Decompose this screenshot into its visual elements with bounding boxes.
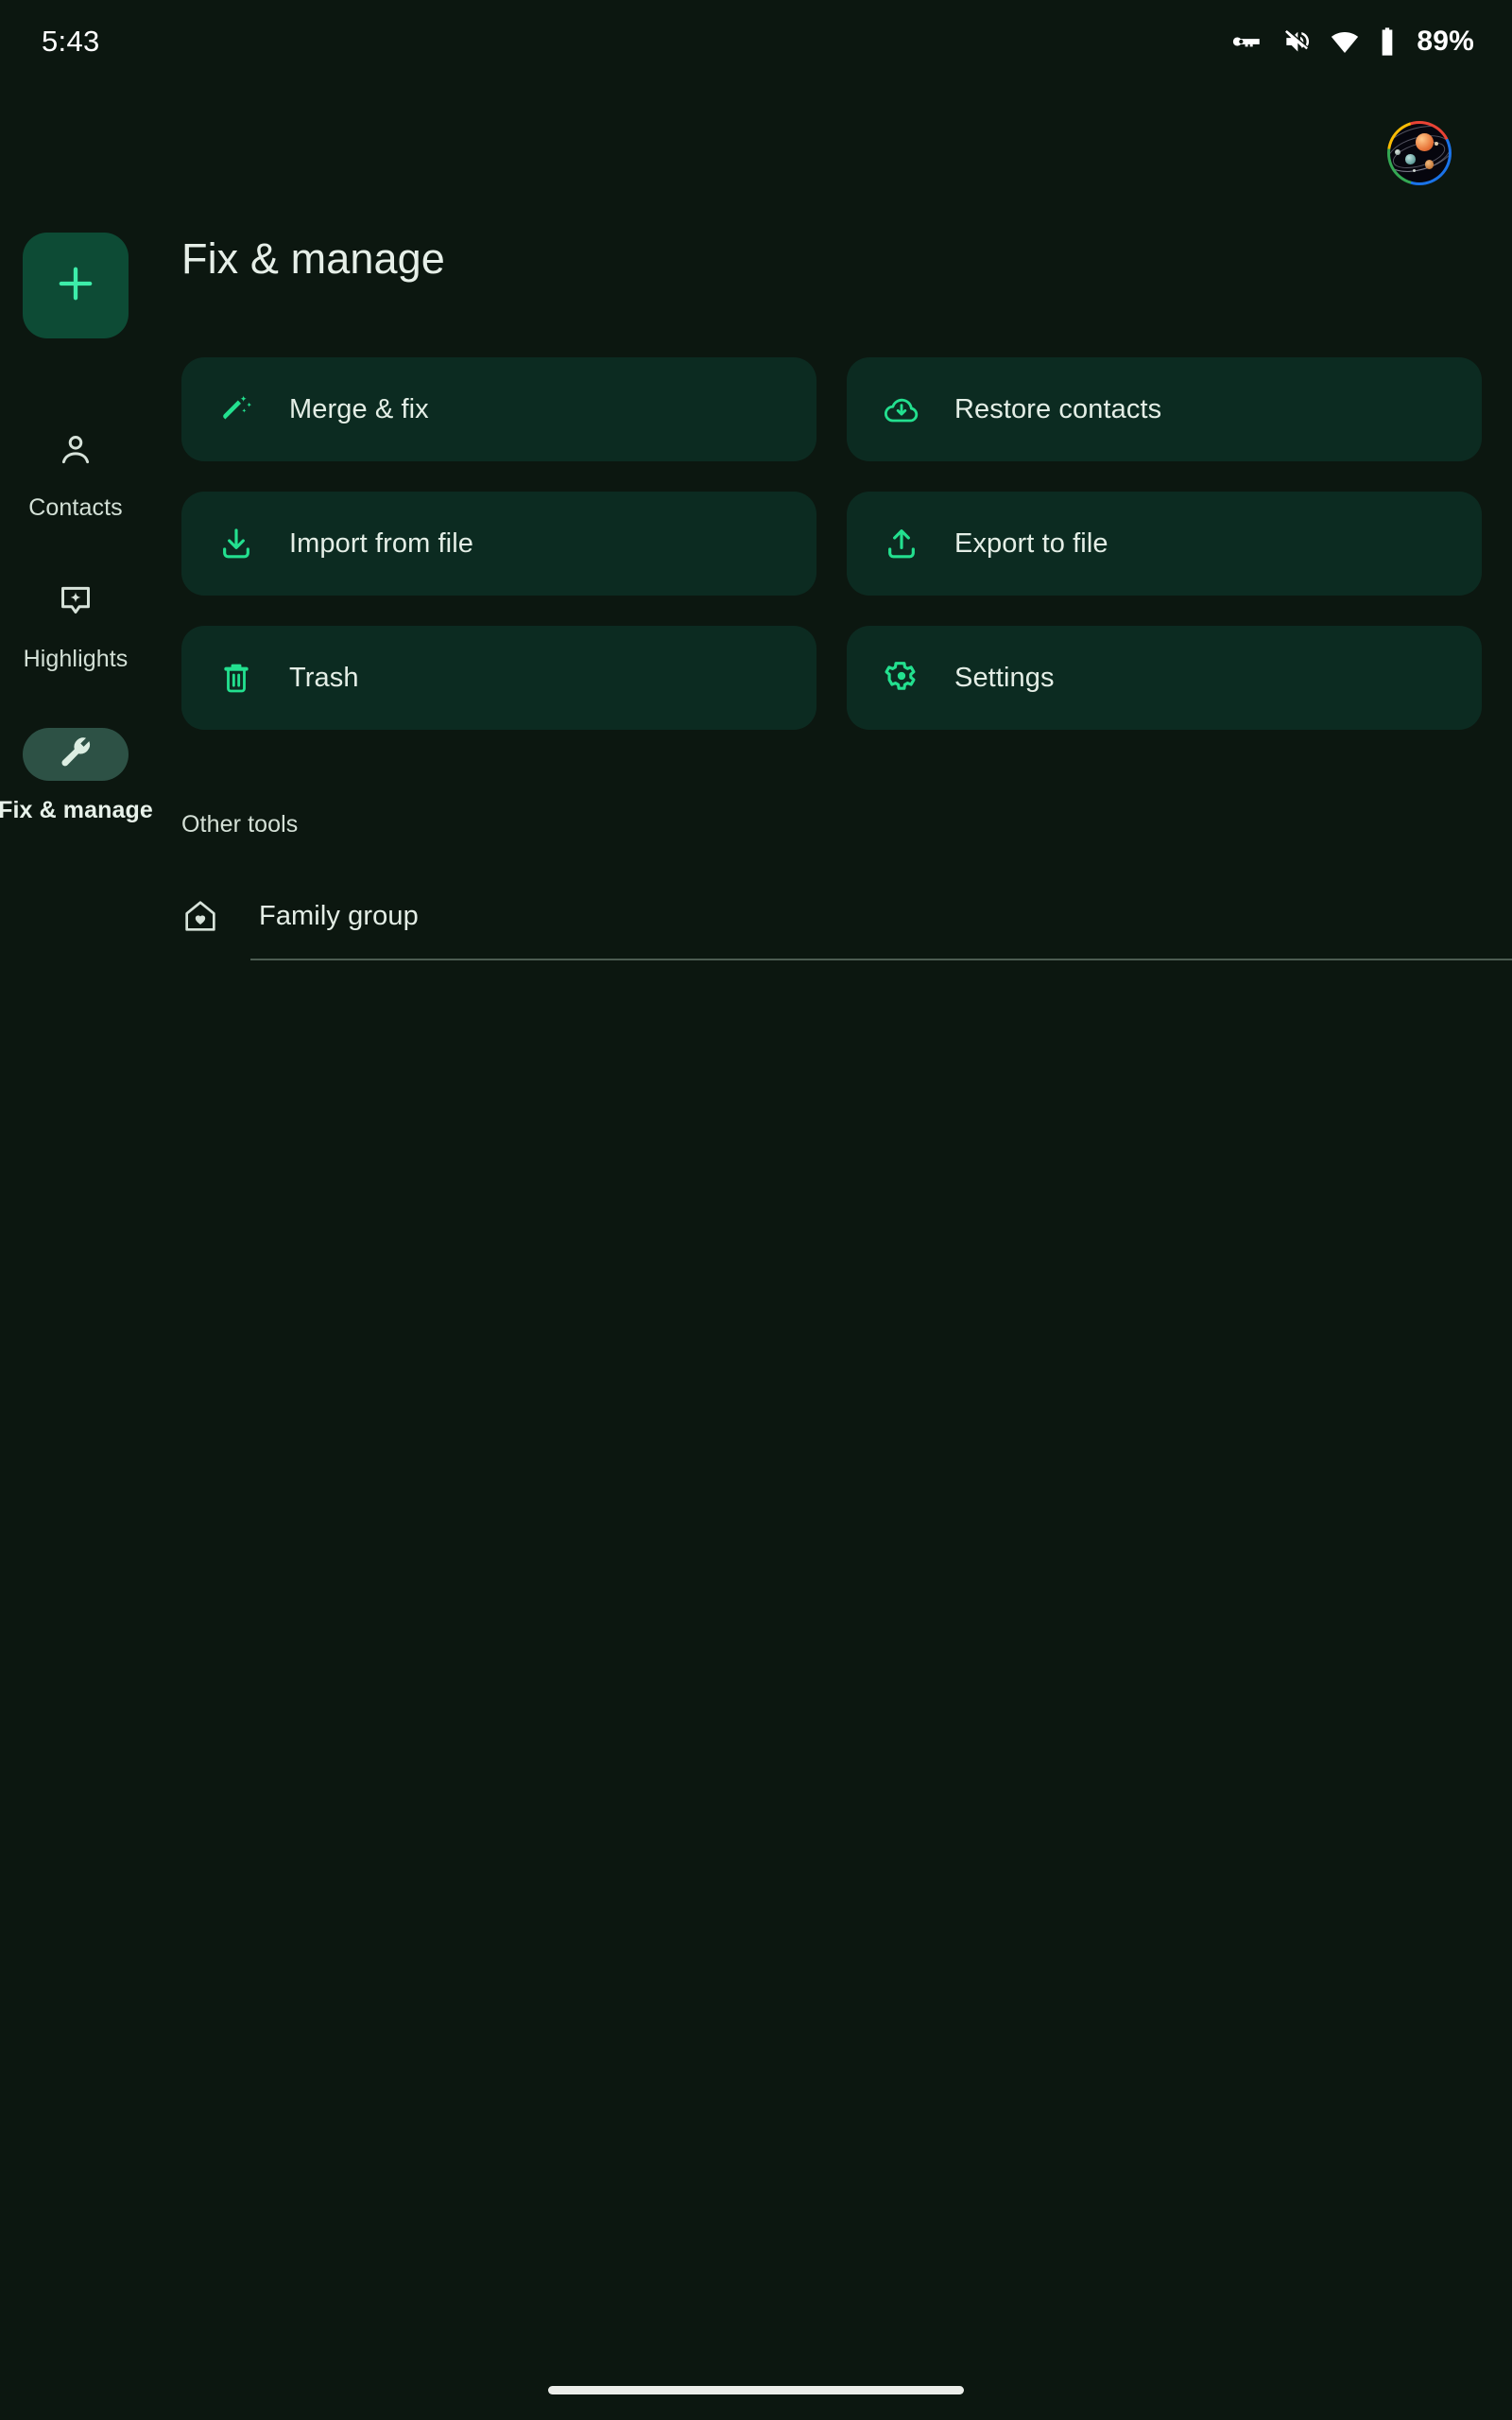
tool-card-label: Trash: [289, 662, 359, 693]
tool-card-label: Merge & fix: [289, 393, 429, 424]
account-avatar[interactable]: [1387, 121, 1452, 185]
highlights-icon: [56, 581, 95, 626]
trash-icon: [217, 659, 255, 697]
tool-card-merge-and-fix[interactable]: Merge & fix: [181, 357, 816, 461]
gear-icon: [883, 659, 920, 697]
tool-card-label: Export to file: [954, 527, 1108, 559]
contacts-app-screen: 5:43 89% Contacts Highlights Fix & manag…: [0, 0, 1512, 2420]
plus-icon: [51, 259, 100, 313]
sidebar-item-label: Fix & manage: [0, 797, 153, 823]
other-tools-heading: Other tools: [181, 811, 299, 838]
system-gesture-bar[interactable]: [548, 2386, 964, 2394]
sidebar-item-contacts[interactable]: Contacts: [0, 425, 151, 522]
create-contact-fab[interactable]: [23, 233, 129, 338]
download-icon: [217, 525, 255, 562]
tool-card-label: Restore contacts: [954, 393, 1162, 424]
tool-card-label: Import from file: [289, 527, 473, 559]
cloud-download-icon: [883, 390, 920, 428]
avatar-image: [1390, 124, 1449, 182]
sidebar-item-label: Contacts: [28, 494, 123, 521]
rail-icon-container-highlights: [23, 577, 129, 630]
vpn-key-icon: [1231, 26, 1263, 58]
status-bar: 5:43 89%: [0, 0, 1512, 83]
wifi-icon: [1330, 26, 1360, 57]
page-title: Fix & manage: [181, 234, 445, 283]
sidebar-item-highlights[interactable]: Highlights: [0, 577, 151, 673]
battery-percent-label: 89%: [1417, 26, 1474, 57]
upload-icon: [883, 525, 920, 562]
tool-card-restore-contacts[interactable]: Restore contacts: [847, 357, 1482, 461]
volume-muted-icon: [1281, 26, 1312, 57]
sidebar-item-label: Highlights: [23, 646, 129, 672]
other-tool-family-group[interactable]: Family group: [181, 879, 1512, 953]
tool-card-import-from-file[interactable]: Import from file: [181, 492, 816, 596]
other-tool-label: Family group: [259, 900, 419, 931]
status-bar-icons: 89%: [1231, 26, 1474, 58]
status-bar-clock: 5:43: [42, 25, 100, 58]
tool-card-trash[interactable]: Trash: [181, 626, 816, 730]
person-icon: [56, 430, 95, 475]
navigation-rail: Contacts Highlights Fix & manage: [0, 113, 153, 851]
tool-card-export-to-file[interactable]: Export to file: [847, 492, 1482, 596]
tool-card-settings[interactable]: Settings: [847, 626, 1482, 730]
sidebar-item-fix-and-manage[interactable]: Fix & manage: [0, 728, 153, 824]
rail-icon-container-fix: [23, 728, 129, 781]
battery-icon: [1378, 26, 1397, 57]
magic-wand-icon: [217, 390, 255, 428]
tool-card-grid: Merge & fix Restore contacts Import from…: [181, 357, 1482, 730]
content-divider: [250, 959, 1512, 960]
wrench-icon: [56, 733, 95, 777]
rail-icon-container-contacts: [23, 425, 129, 478]
house-heart-icon: [181, 897, 219, 935]
tool-card-label: Settings: [954, 662, 1055, 693]
